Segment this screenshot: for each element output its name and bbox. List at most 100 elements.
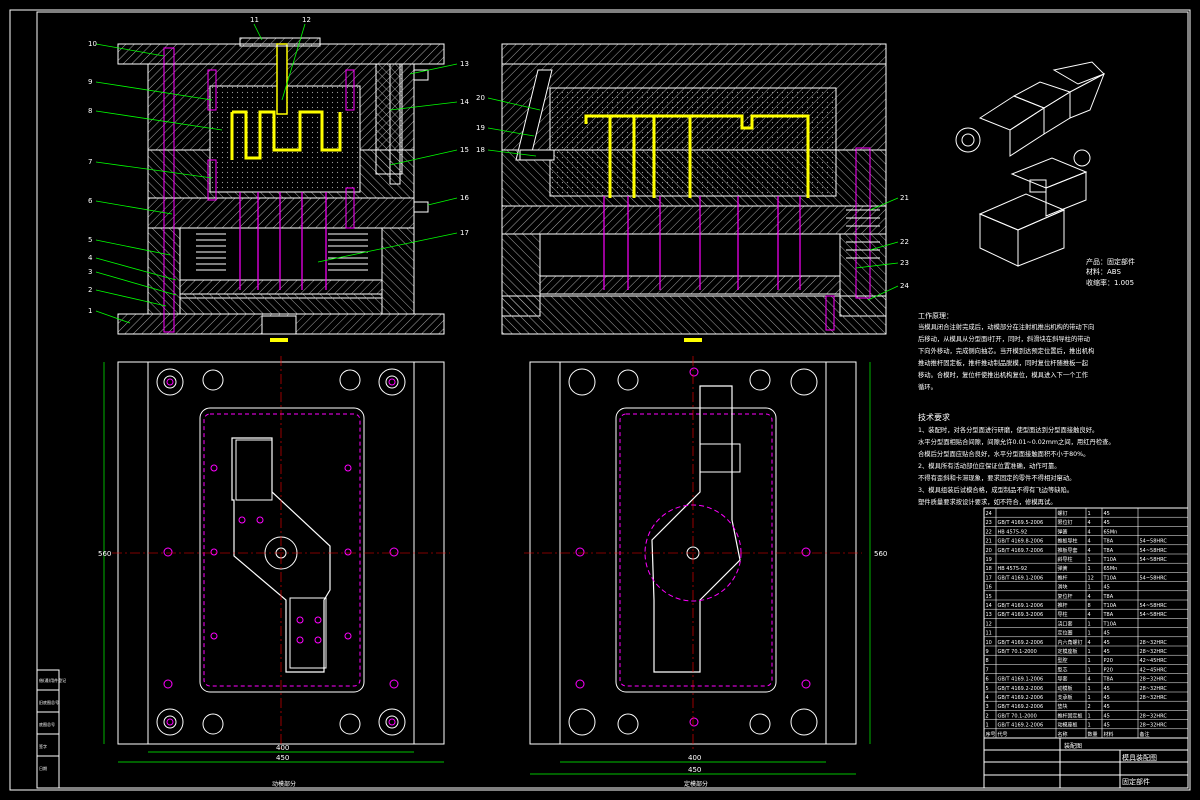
svg-text:3、模具组装后试模合格，成型制品不得有飞边等缺陷。: 3、模具组装后试模合格，成型制品不得有飞边等缺陷。 (918, 485, 1073, 494)
bom-cell: 28~32HRC (1140, 695, 1168, 701)
bom-cell: 1 (1088, 631, 1091, 637)
left-plan-label: 动模部分 (272, 780, 296, 788)
bom-cell: 16 (986, 585, 992, 591)
bom-cell: 1 (986, 723, 989, 729)
bom-cell: 2 (986, 713, 989, 719)
bom-cell: 1 (1088, 686, 1091, 692)
bom-cell: GB/T 4169.1-2006 (998, 575, 1044, 581)
bom-cell: 5 (986, 686, 989, 692)
bom-header-cell: 名称 (1058, 731, 1068, 738)
bom-cell: GB/T 4169.3-2006 (998, 612, 1044, 618)
bom-cell: 10 (986, 640, 992, 646)
svg-text:6: 6 (88, 197, 93, 205)
svg-text:固定部件: 固定部件 (1122, 777, 1150, 786)
bom-cell: 1 (1088, 557, 1091, 563)
bom-cell: T10A (1103, 621, 1117, 627)
svg-text:模具装配图: 模具装配图 (1122, 753, 1157, 762)
bom-cell: GB/T 4169.2-2006 (998, 723, 1044, 729)
bom-cell: 导柱 (1058, 611, 1068, 618)
product-3d-sketch (955, 61, 1105, 267)
svg-text:材料：ABS: 材料：ABS (1086, 267, 1121, 276)
work-principle-text: 工作原理： 当模具闭合注射完成后，动模部分在注射机推出机构的带动下向 后移动，从… (918, 311, 1094, 391)
bom-cell: GB/T 4169.2-2006 (998, 695, 1044, 701)
bom-cell: GB/T 4169.2-2006 (998, 704, 1044, 710)
svg-text:400: 400 (276, 744, 289, 752)
bom-cell: 12 (986, 621, 992, 627)
svg-text:24: 24 (900, 282, 909, 290)
bom-cell: 1 (1088, 695, 1091, 701)
svg-text:技术要求: 技术要求 (918, 412, 950, 422)
bom-cell: 19 (986, 557, 992, 563)
svg-text:不得有歪斜和卡滞现象，要求固定的零件不得相对窜动。: 不得有歪斜和卡滞现象，要求固定的零件不得相对窜动。 (918, 473, 1075, 482)
bom-cell: 45 (1104, 695, 1110, 701)
dimension-labels: 450 400 560 450 400 560 (98, 550, 887, 774)
bom-cell: 1 (1088, 723, 1091, 729)
bom-cell: 15 (986, 594, 992, 600)
bom-cell: 54~58HRC (1140, 548, 1168, 554)
svg-text:560: 560 (98, 550, 111, 558)
svg-text:7: 7 (88, 158, 92, 166)
bom-cell: 4 (1088, 677, 1091, 683)
bom-cell: 8 (1088, 603, 1091, 609)
svg-text:13: 13 (460, 60, 469, 68)
svg-text:18: 18 (476, 146, 485, 154)
section-view-left (117, 37, 445, 335)
bom-cell: 垫块 (1058, 703, 1068, 710)
svg-text:17: 17 (460, 229, 469, 237)
bom-cell: 1 (1088, 621, 1091, 627)
svg-text:22: 22 (900, 238, 909, 246)
plan-view-left (112, 338, 450, 750)
title-block: 模具装配图 固定部件 装配图 (983, 737, 1189, 789)
bom-cell: 45 (1104, 631, 1110, 637)
bom-cell: 45 (1104, 511, 1110, 517)
bom-cell: GB/T 4169.8-2006 (998, 539, 1044, 545)
bom-cell: 1 (1088, 658, 1091, 664)
svg-text:9: 9 (88, 78, 92, 86)
bom-cell: 45 (1104, 704, 1110, 710)
svg-text:当模具闭合注射完成后，动模部分在注射机推出机构的带动下向: 当模具闭合注射完成后，动模部分在注射机推出机构的带动下向 (918, 322, 1094, 331)
bom-cell: 45 (1104, 713, 1110, 719)
bom-cell: 3 (986, 704, 989, 710)
bom-cell: T8A (1103, 594, 1114, 600)
bom-cell: 型腔 (1058, 657, 1068, 664)
svg-text:下向外移动，完成侧向抽芯。当开模到达预定位置后，推出机构: 下向外移动，完成侧向抽芯。当开模到达预定位置后，推出机构 (918, 346, 1094, 355)
svg-text:14: 14 (460, 98, 469, 106)
bom-cell: 7 (986, 667, 989, 673)
bom-cell: 型芯 (1058, 666, 1068, 673)
tech-requirements-text: 技术要求 1、装配时，对各分型面进行研磨，使型面达到分型面接触良好。 水平分型面… (918, 412, 1115, 506)
bom-cell: 4 (986, 695, 989, 701)
svg-text:21: 21 (900, 194, 909, 202)
bom-cell: 4 (1088, 520, 1091, 526)
svg-text:16: 16 (460, 194, 469, 202)
bom-cell: 11 (986, 631, 992, 637)
bom-cell: 14 (986, 603, 992, 609)
svg-text:5: 5 (88, 236, 92, 244)
bom-cell: 定模座板 (1058, 648, 1078, 655)
bom-cell: GB/T 70.1-2000 (998, 649, 1037, 655)
bom-cell: T10A (1103, 603, 1117, 609)
bom-cell: 动模板 (1058, 685, 1073, 692)
svg-text:产品：固定部件: 产品：固定部件 (1086, 257, 1135, 266)
bom-cell: 45 (1104, 520, 1110, 526)
svg-text:推动推杆固定板，推杆推动制品脱模，同时复位杆随推板一起: 推动推杆固定板，推杆推动制品脱模，同时复位杆随推板一起 (918, 358, 1089, 367)
bom-cell: 17 (986, 575, 992, 581)
bom-cell: 13 (986, 612, 992, 618)
bom-cell: 65Mn (1104, 529, 1118, 535)
bom-cell: 20 (986, 548, 992, 554)
svg-text:450: 450 (276, 754, 289, 762)
plan-view-right (524, 338, 862, 750)
bom-cell: 12 (1088, 575, 1094, 581)
bom-cell: 54~58HRC (1140, 603, 1168, 609)
bom-cell: 复位杆 (1058, 593, 1073, 600)
svg-text:12: 12 (302, 16, 311, 24)
svg-text:移动。合模时，复位杆使推出机构复位，模具进入下一个工作: 移动。合模时，复位杆使推出机构复位，模具进入下一个工作 (918, 370, 1089, 379)
bom-cell: 1 (1088, 649, 1091, 655)
bom-cell: 54~58HRC (1140, 557, 1168, 563)
svg-text:450: 450 (688, 766, 701, 774)
bom-cell: 54~58HRC (1140, 612, 1168, 618)
bom-cell: 45 (1104, 585, 1110, 591)
bom-cell: 1 (1088, 511, 1091, 517)
bom-cell: HB 4575-92 (998, 566, 1028, 572)
bom-cell: GB/T 4169.2-2006 (998, 686, 1044, 692)
bom-cell: 6 (986, 677, 989, 683)
